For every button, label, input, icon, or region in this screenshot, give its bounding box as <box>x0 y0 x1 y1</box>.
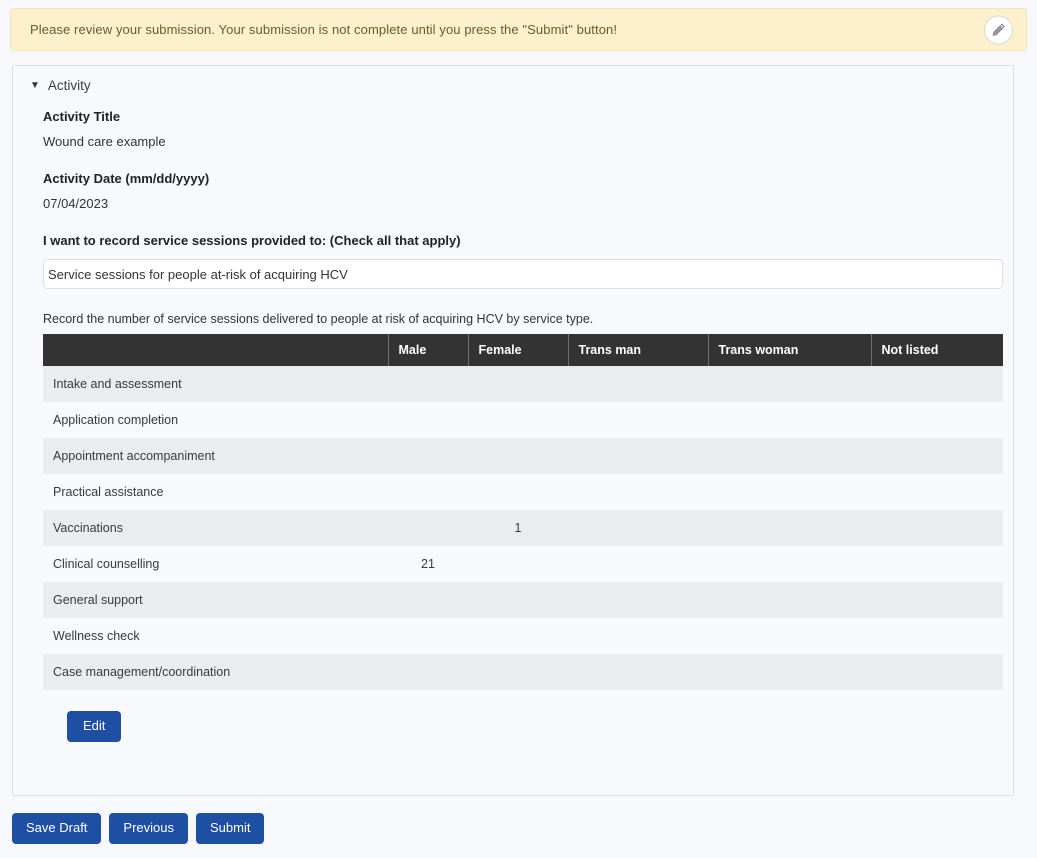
count-cell-not-listed <box>871 582 1003 618</box>
table-row: Application completion <box>43 402 1003 438</box>
count-cell-female <box>468 546 568 582</box>
count-cell-trans-woman <box>708 546 871 582</box>
pencil-circle-icon[interactable] <box>984 15 1013 44</box>
table-row: Practical assistance <box>43 474 1003 510</box>
count-cell-not-listed <box>871 366 1003 402</box>
count-cell-male <box>388 474 468 510</box>
count-cell-male <box>388 366 468 402</box>
count-cell-trans-woman <box>708 438 871 474</box>
service-type-cell: General support <box>43 582 388 618</box>
count-cell-male <box>388 438 468 474</box>
column-header-not-listed: Not listed <box>871 334 1003 366</box>
count-cell-female <box>468 582 568 618</box>
table-row: Wellness check <box>43 618 1003 654</box>
count-cell-not-listed <box>871 654 1003 690</box>
count-cell-female <box>468 366 568 402</box>
edit-button[interactable]: Edit <box>67 711 122 742</box>
count-cell-female <box>468 654 568 690</box>
count-cell-trans-man <box>568 654 708 690</box>
count-cell-trans-woman <box>708 402 871 438</box>
service-type-cell: Intake and assessment <box>43 366 388 402</box>
service-type-cell: Vaccinations <box>43 510 388 546</box>
activity-title-value: Wound care example <box>43 134 166 149</box>
count-cell-trans-man <box>568 402 708 438</box>
record-sessions-selection[interactable]: Service sessions for people at-risk of a… <box>43 259 1003 289</box>
count-cell-not-listed <box>871 618 1003 654</box>
count-cell-not-listed <box>871 402 1003 438</box>
submit-button[interactable]: Submit <box>196 813 265 844</box>
count-cell-female <box>468 438 568 474</box>
activity-date-value: 07/04/2023 <box>43 196 109 211</box>
column-header-trans-woman: Trans woman <box>708 334 872 366</box>
count-cell-trans-man <box>568 510 708 546</box>
count-cell-trans-woman <box>708 510 871 546</box>
table-row: Clinical counselling 21 <box>43 546 1003 582</box>
column-header-female: Female <box>468 334 569 366</box>
table-intro-text: Record the number of service sessions de… <box>43 312 594 326</box>
activity-form-body: Activity Title Wound care example Activi… <box>13 93 1013 742</box>
table-row: General support <box>43 582 1003 618</box>
count-cell-trans-man <box>568 546 708 582</box>
column-header-male: Male <box>388 334 469 366</box>
table-row: Vaccinations 1 <box>43 510 1003 546</box>
previous-button[interactable]: Previous <box>109 813 188 844</box>
count-cell-trans-man <box>568 474 708 510</box>
count-cell-male <box>388 654 468 690</box>
service-type-cell: Practical assistance <box>43 474 388 510</box>
activity-title-label: Activity Title <box>43 109 121 124</box>
count-cell-male <box>388 402 468 438</box>
count-cell-trans-woman <box>708 654 871 690</box>
service-type-cell: Appointment accompaniment <box>43 438 388 474</box>
service-type-cell: Case management/coordination <box>43 654 388 690</box>
table-row: Appointment accompaniment <box>43 438 1003 474</box>
count-cell-male: 21 <box>388 546 468 582</box>
count-cell-trans-woman <box>708 474 871 510</box>
count-cell-female <box>468 474 568 510</box>
count-cell-female <box>468 402 568 438</box>
count-cell-male <box>388 618 468 654</box>
count-cell-trans-man <box>568 582 708 618</box>
service-type-cell: Wellness check <box>43 618 388 654</box>
table-row: Intake and assessment <box>43 366 1003 402</box>
table-body: Intake and assessment Application complet… <box>43 366 1003 690</box>
record-sessions-label: I want to record service sessions provid… <box>43 233 461 248</box>
service-sessions-table: Male Female Trans man Trans woman Not li… <box>43 334 1003 690</box>
count-cell-trans-man <box>568 438 708 474</box>
record-sessions-selection-value: Service sessions for people at-risk of a… <box>48 266 348 282</box>
count-cell-trans-woman <box>708 366 871 402</box>
alert-message: Please review your submission. Your subm… <box>30 22 618 37</box>
count-cell-male <box>388 510 468 546</box>
table-header-row: Male Female Trans man Trans woman Not li… <box>43 334 1003 366</box>
count-cell-not-listed <box>871 510 1003 546</box>
service-type-cell: Application completion <box>43 402 388 438</box>
column-header-trans-man: Trans man <box>568 334 709 366</box>
activity-section-title: Activity <box>47 78 91 93</box>
table-row: Case management/coordination <box>43 654 1003 690</box>
service-type-cell: Clinical counselling <box>43 546 388 582</box>
chevron-down-icon[interactable]: ▼ <box>30 80 40 91</box>
count-cell-female: 1 <box>468 510 568 546</box>
count-cell-not-listed <box>871 546 1003 582</box>
count-cell-not-listed <box>871 474 1003 510</box>
count-cell-trans-man <box>568 618 708 654</box>
count-cell-trans-man <box>568 366 708 402</box>
count-cell-trans-woman <box>708 618 871 654</box>
column-header-service <box>43 334 389 366</box>
activity-date-label: Activity Date (mm/dd/yyyy) <box>43 171 210 186</box>
activity-panel: ▼ Activity Activity Title Wound care exa… <box>12 65 1014 796</box>
activity-section-header[interactable]: ▼ Activity <box>13 66 1013 93</box>
count-cell-trans-woman <box>708 582 871 618</box>
count-cell-not-listed <box>871 438 1003 474</box>
review-alert-banner: Please review your submission. Your subm… <box>10 8 1027 51</box>
count-cell-male <box>388 582 468 618</box>
save-draft-button[interactable]: Save Draft <box>12 813 102 844</box>
count-cell-female <box>468 618 568 654</box>
table-header: Male Female Trans man Trans woman Not li… <box>43 334 1003 366</box>
form-footer-actions: Save Draft Previous Submit <box>12 813 265 844</box>
